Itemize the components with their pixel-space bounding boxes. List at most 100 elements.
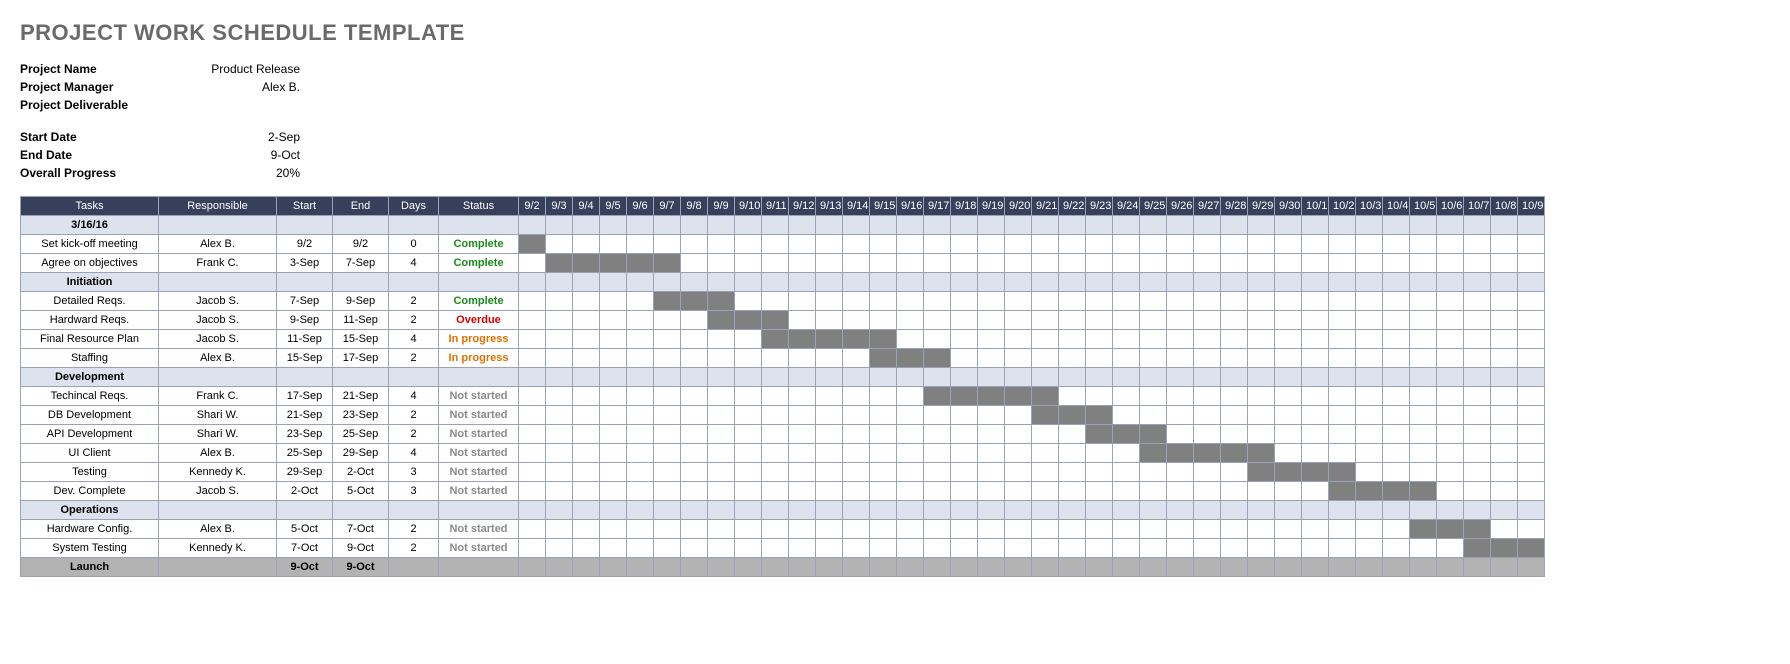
gantt-cell (1383, 501, 1410, 520)
gantt-cell (978, 235, 1005, 254)
gantt-cell (1410, 216, 1437, 235)
col-date: 9/7 (654, 197, 681, 216)
gantt-cell (708, 558, 735, 577)
gantt-cell (924, 330, 951, 349)
gantt-cell (573, 368, 600, 387)
gantt-cell (573, 292, 600, 311)
gantt-cell (843, 482, 870, 501)
gantt-cell (1491, 216, 1518, 235)
responsible-cell: Jacob S. (159, 482, 277, 501)
gantt-cell (519, 558, 546, 577)
gantt-cell (1113, 292, 1140, 311)
gantt-cell (1518, 368, 1545, 387)
gantt-cell (1518, 292, 1545, 311)
gantt-cell (1383, 558, 1410, 577)
gantt-cell (951, 216, 978, 235)
gantt-cell (951, 235, 978, 254)
gantt-cell (870, 292, 897, 311)
gantt-cell (1113, 463, 1140, 482)
gantt-bar-cell (762, 311, 789, 330)
gantt-cell (1032, 539, 1059, 558)
gantt-cell (546, 273, 573, 292)
section-cell (389, 501, 439, 520)
gantt-cell (1437, 273, 1464, 292)
task-cell: Testing (21, 463, 159, 482)
gantt-cell (1140, 292, 1167, 311)
gantt-cell (1032, 235, 1059, 254)
gantt-cell (1410, 501, 1437, 520)
gantt-cell (1194, 463, 1221, 482)
gantt-cell (897, 311, 924, 330)
gantt-cell (1437, 501, 1464, 520)
gantt-cell (1356, 349, 1383, 368)
gantt-cell (924, 235, 951, 254)
col-end: End (333, 197, 389, 216)
gantt-cell (735, 558, 762, 577)
gantt-cell (735, 273, 762, 292)
gantt-cell (1518, 273, 1545, 292)
end-cell: 5-Oct (333, 482, 389, 501)
gantt-cell (1113, 235, 1140, 254)
col-date: 9/19 (978, 197, 1005, 216)
gantt-bar-cell (1302, 463, 1329, 482)
gantt-cell (1302, 368, 1329, 387)
responsible-cell: Kennedy K. (159, 539, 277, 558)
gantt-cell (1167, 520, 1194, 539)
col-date: 10/5 (1410, 197, 1437, 216)
gantt-cell (1275, 425, 1302, 444)
gantt-cell (924, 406, 951, 425)
gantt-cell (762, 520, 789, 539)
gantt-cell (1032, 444, 1059, 463)
gantt-bar-cell (1464, 520, 1491, 539)
gantt-cell (1356, 311, 1383, 330)
gantt-cell (789, 482, 816, 501)
gantt-cell (1491, 311, 1518, 330)
gantt-cell (1491, 292, 1518, 311)
status-cell: Complete (439, 292, 519, 311)
gantt-cell (1140, 463, 1167, 482)
table-row: System TestingKennedy K.7-Oct9-Oct2Not s… (21, 539, 1545, 558)
days-cell: 3 (389, 482, 439, 501)
gantt-cell (951, 425, 978, 444)
gantt-cell (1086, 539, 1113, 558)
gantt-cell (1167, 406, 1194, 425)
gantt-cell (1410, 292, 1437, 311)
gantt-cell (600, 368, 627, 387)
gantt-cell (1140, 254, 1167, 273)
gantt-cell (546, 463, 573, 482)
section-cell (277, 216, 333, 235)
gantt-cell (1248, 292, 1275, 311)
gantt-cell (951, 558, 978, 577)
gantt-cell (600, 349, 627, 368)
gantt-bar-cell (1410, 482, 1437, 501)
gantt-bar-cell (1275, 463, 1302, 482)
gantt-cell (816, 520, 843, 539)
gantt-cell (1275, 368, 1302, 387)
gantt-cell (681, 482, 708, 501)
gantt-bar-cell (735, 311, 762, 330)
section-cell (333, 368, 389, 387)
gantt-bar-cell (654, 292, 681, 311)
gantt-cell (924, 368, 951, 387)
gantt-bar-cell (789, 330, 816, 349)
gantt-cell (816, 349, 843, 368)
gantt-cell (762, 425, 789, 444)
gantt-cell (1329, 330, 1356, 349)
gantt-cell (1059, 292, 1086, 311)
gantt-cell (1464, 368, 1491, 387)
gantt-cell (1113, 273, 1140, 292)
gantt-cell (1113, 311, 1140, 330)
gantt-cell (1356, 254, 1383, 273)
gantt-cell (1518, 482, 1545, 501)
gantt-cell (735, 482, 762, 501)
gantt-bar-cell (627, 254, 654, 273)
gantt-bar-cell (1140, 444, 1167, 463)
launch-cell (159, 558, 277, 577)
gantt-cell (897, 273, 924, 292)
gantt-cell (1167, 216, 1194, 235)
gantt-cell (1491, 235, 1518, 254)
gantt-cell (1005, 349, 1032, 368)
gantt-bar-cell (951, 387, 978, 406)
gantt-cell (600, 387, 627, 406)
col-date: 9/16 (897, 197, 924, 216)
